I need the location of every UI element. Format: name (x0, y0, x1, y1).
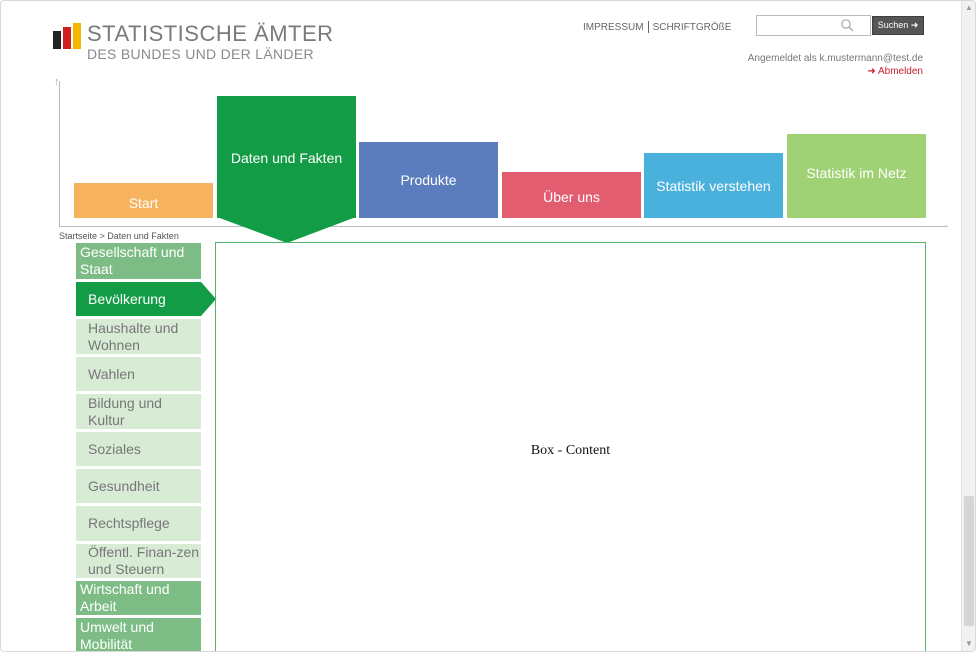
content-box: Box - Content (215, 242, 926, 651)
sidebar-item-wirtschaft-und-arbeit[interactable]: Wirtschaft und Arbeit (76, 581, 201, 615)
sidebar-item-umwelt-und-mobilitaet[interactable]: Umwelt und Mobilität (76, 618, 201, 651)
sidebar-item-soziales[interactable]: Soziales (76, 432, 201, 466)
scroll-down-icon[interactable]: ▼ (962, 637, 975, 651)
sidebar-item-gesellschaft-und-staat[interactable]: Gesellschaft und Staat (76, 243, 201, 279)
search-input[interactable] (756, 15, 871, 36)
active-item-pointer (201, 282, 216, 316)
search-button[interactable]: Suchen ➜ (872, 16, 924, 35)
logo-subtitle: DES BUNDES UND DER LÄNDER (87, 46, 314, 62)
nav-tile-statistik-im-netz[interactable]: Statistik im Netz (787, 134, 926, 218)
user-info: Angemeldet als k.mustermann@test.de ➜ Ab… (748, 52, 923, 78)
scroll-thumb[interactable] (964, 496, 974, 626)
arrow-right-icon: → (939, 219, 950, 231)
logged-in-text: Angemeldet als k.mustermann@test.de (747, 53, 923, 64)
nav-tile-start[interactable]: Start (74, 183, 213, 218)
sidebar-item-bildung-und-kultur[interactable]: Bildung und Kultur (76, 394, 201, 429)
search-icon (841, 19, 854, 32)
arrow-up-icon: ↑ (54, 76, 60, 88)
breadcrumb[interactable]: Startseite > Daten und Fakten (59, 231, 179, 241)
scroll-up-icon[interactable]: ▲ (962, 1, 975, 15)
site-logo[interactable]: STATISTISCHE ÄMTER DES BUNDES UND DER LÄ… (53, 23, 334, 61)
nav-tile-produkte[interactable]: Produkte (359, 142, 498, 218)
sidebar-item-wahlen[interactable]: Wahlen (76, 357, 201, 391)
sidebar-item-oeffentliche-finanzen[interactable]: Öffentl. Finan-zen und Steuern (76, 544, 201, 578)
sidebar-item-rechtspflege[interactable]: Rechtspflege (76, 506, 201, 541)
link-divider (647, 21, 649, 33)
vertical-scrollbar[interactable]: ▲ ▼ (961, 1, 975, 651)
sidebar-item-gesundheit[interactable]: Gesundheit (76, 469, 201, 503)
sidebar-item-bevoelkerung[interactable]: Bevölkerung (76, 282, 201, 316)
logout-link[interactable]: ➜ Abmelden (748, 65, 923, 78)
header-links: IMPRESSUM SCHRIFTGRÖßE (583, 21, 731, 33)
active-tile-pointer (217, 217, 356, 243)
flag-icon (53, 23, 81, 49)
nav-tile-statistik-verstehen[interactable]: Statistik verstehen (644, 153, 783, 218)
nav-axis-horizontal (59, 226, 945, 227)
nav-axis-vertical (59, 81, 60, 227)
nav-tile-daten-und-fakten[interactable]: Daten und Fakten (217, 96, 356, 218)
font-size-link[interactable]: SCHRIFTGRÖßE (653, 22, 732, 33)
logo-title: STATISTISCHE ÄMTER (87, 21, 334, 46)
sidebar-item-haushalte-und-wohnen[interactable]: Haushalte und Wohnen (76, 319, 201, 354)
page: STATISTISCHE ÄMTER DES BUNDES UND DER LÄ… (0, 0, 976, 652)
impressum-link[interactable]: IMPRESSUM (583, 22, 644, 33)
content-placeholder-text: Box - Content (530, 443, 611, 458)
nav-tile-ueber-uns[interactable]: Über uns (502, 172, 641, 218)
